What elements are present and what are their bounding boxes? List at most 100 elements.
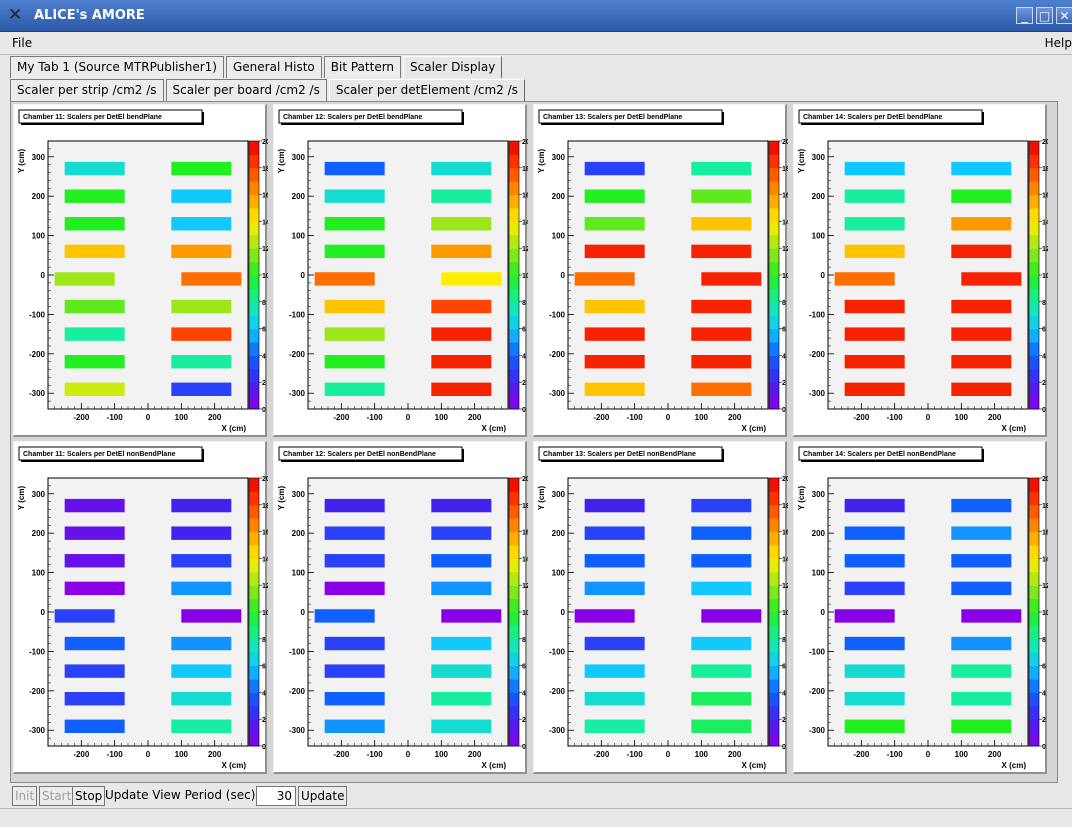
x-tick-label: 200 xyxy=(728,750,742,759)
chart-pad-8[interactable]: Chamber 14: Scalers per DetEl nonBendPla… xyxy=(793,441,1048,774)
palette-swatch xyxy=(249,167,259,182)
palette-swatch xyxy=(769,275,779,289)
heatmap-cell xyxy=(431,636,492,651)
update-period-input[interactable]: 30 xyxy=(256,786,296,806)
close-button[interactable]: ✕ xyxy=(1056,7,1072,24)
heatmap-cell xyxy=(171,498,232,513)
palette-swatch xyxy=(509,167,519,182)
palette-tick-label: 12 xyxy=(1042,246,1048,253)
heatmap-cell xyxy=(324,636,385,651)
y-tick-label: 0 xyxy=(561,608,566,617)
menu-help[interactable]: Help xyxy=(1045,36,1072,50)
palette-swatch xyxy=(769,208,779,222)
chart-pad-7[interactable]: Chamber 13: Scalers per DetEl nonBendPla… xyxy=(533,441,788,774)
palette-tick-label: 4 xyxy=(782,690,786,697)
chart-pad-6[interactable]: Chamber 12: Scalers per DetEl nonBendPla… xyxy=(273,441,528,774)
chart-pad-4[interactable]: Chamber 14: Scalers per DetEl bendPlane 3… xyxy=(793,104,1048,437)
tab-my-tab-1[interactable]: My Tab 1 (Source MTRPublisher1) xyxy=(10,56,224,78)
heatmap-cell xyxy=(171,719,232,733)
x-tick-label: -100 xyxy=(367,413,384,422)
x-tick-label: -200 xyxy=(853,750,870,759)
heatmap-cell xyxy=(171,581,232,596)
heatmap-cell xyxy=(64,526,125,540)
heatmap-cell xyxy=(431,554,492,568)
palette-tick-label: 8 xyxy=(522,637,526,644)
chart-pad-2[interactable]: Chamber 12: Scalers per DetEl bendPlane 3… xyxy=(273,104,528,437)
x-axis-label: X (cm) xyxy=(482,424,507,433)
x-tick-label: -100 xyxy=(887,413,904,422)
x-tick-label: 0 xyxy=(926,750,931,759)
palette-swatch xyxy=(249,638,259,653)
heatmap-cell xyxy=(64,299,125,314)
palette-swatch xyxy=(769,221,779,236)
y-tick-label: 200 xyxy=(552,192,566,201)
y-tick-label: 100 xyxy=(552,569,566,578)
heatmap-cell xyxy=(844,382,905,396)
palette-tick-label: 20 xyxy=(262,476,268,483)
palette-swatch xyxy=(1029,154,1039,169)
tab-scaler-per-board[interactable]: Scaler per board /cm2 /s xyxy=(165,79,327,101)
palette-swatch xyxy=(769,181,779,196)
chart-pad-3[interactable]: Chamber 13: Scalers per DetEl bendPlane 3… xyxy=(533,104,788,437)
tab-scaler-per-detelement[interactable]: Scaler per detElement /cm2 /s xyxy=(328,79,525,101)
tab-scaler-display[interactable]: Scaler Display xyxy=(403,56,503,78)
init-button[interactable]: Init xyxy=(12,786,38,806)
x-tick-label: -200 xyxy=(333,413,350,422)
palette-swatch xyxy=(249,328,259,343)
palette-swatch xyxy=(249,558,259,573)
y-tick-label: 300 xyxy=(812,153,826,162)
heatmap-cell xyxy=(314,609,375,623)
palette-tick-label: 20 xyxy=(262,139,268,146)
chart-pad-5[interactable]: Chamber 11: Scalers per DetEl nonBendPla… xyxy=(13,441,268,774)
palette-tick-label: 12 xyxy=(522,246,528,253)
heatmap-cell xyxy=(844,664,905,678)
chart-pad-1[interactable]: Chamber 11: Scalers per DetEl bendPlane 3… xyxy=(13,104,268,437)
x-axis-label: X (cm) xyxy=(742,761,767,770)
x-tick-label: -200 xyxy=(73,750,90,759)
palette-swatch xyxy=(1029,382,1039,397)
palette-tick-label: 20 xyxy=(782,476,788,483)
maximize-button[interactable]: □ xyxy=(1036,7,1053,24)
tab-scaler-per-strip[interactable]: Scaler per strip /cm2 /s xyxy=(10,79,164,101)
update-button[interactable]: Update xyxy=(298,786,348,806)
stop-button[interactable]: Stop xyxy=(72,786,106,806)
menu-file[interactable]: File xyxy=(12,36,32,50)
heatmap-cell xyxy=(844,581,905,596)
palette-swatch xyxy=(249,531,259,546)
palette-swatch xyxy=(249,154,259,169)
palette-tick-label: 10 xyxy=(522,610,528,617)
heatmap-cell xyxy=(951,554,1012,568)
palette-swatch xyxy=(1029,692,1039,707)
palette-swatch xyxy=(249,652,259,667)
heatmap-cell xyxy=(324,692,385,706)
y-tick-label: 200 xyxy=(292,192,306,201)
heatmap-cell xyxy=(584,355,645,369)
palette-tick-label: 2 xyxy=(1042,717,1046,724)
palette-tick-label: 12 xyxy=(262,246,268,253)
palette-swatch xyxy=(509,382,519,397)
palette-swatch xyxy=(509,208,519,222)
palette-tick-label: 14 xyxy=(262,556,268,563)
tab-bit-pattern[interactable]: Bit Pattern xyxy=(323,56,402,78)
palette-swatch xyxy=(1029,652,1039,667)
y-tick-label: -300 xyxy=(29,389,46,398)
heatmap-cell xyxy=(431,161,492,176)
palette-tick-label: 14 xyxy=(1042,219,1048,226)
heatmap-cell xyxy=(324,526,385,540)
palette-tick-label: 12 xyxy=(782,583,788,590)
palette-tick-label: 8 xyxy=(782,637,786,644)
minimize-button[interactable]: _ xyxy=(1016,7,1033,24)
start-button[interactable]: Start xyxy=(39,786,75,806)
y-tick-label: 100 xyxy=(32,232,46,241)
tab-general-histo[interactable]: General Histo xyxy=(226,56,322,78)
palette-tick-label: 16 xyxy=(522,193,528,200)
palette-tick-label: 4 xyxy=(262,353,266,360)
heatmap-cell xyxy=(951,217,1012,231)
heatmap-cell xyxy=(171,382,232,396)
x-tick-label: -100 xyxy=(887,750,904,759)
heatmap-cell xyxy=(64,382,125,396)
heatmap-cell xyxy=(431,189,492,203)
palette-swatch xyxy=(249,585,259,600)
palette-tick-label: 18 xyxy=(782,166,788,173)
heatmap-cell xyxy=(431,581,492,596)
